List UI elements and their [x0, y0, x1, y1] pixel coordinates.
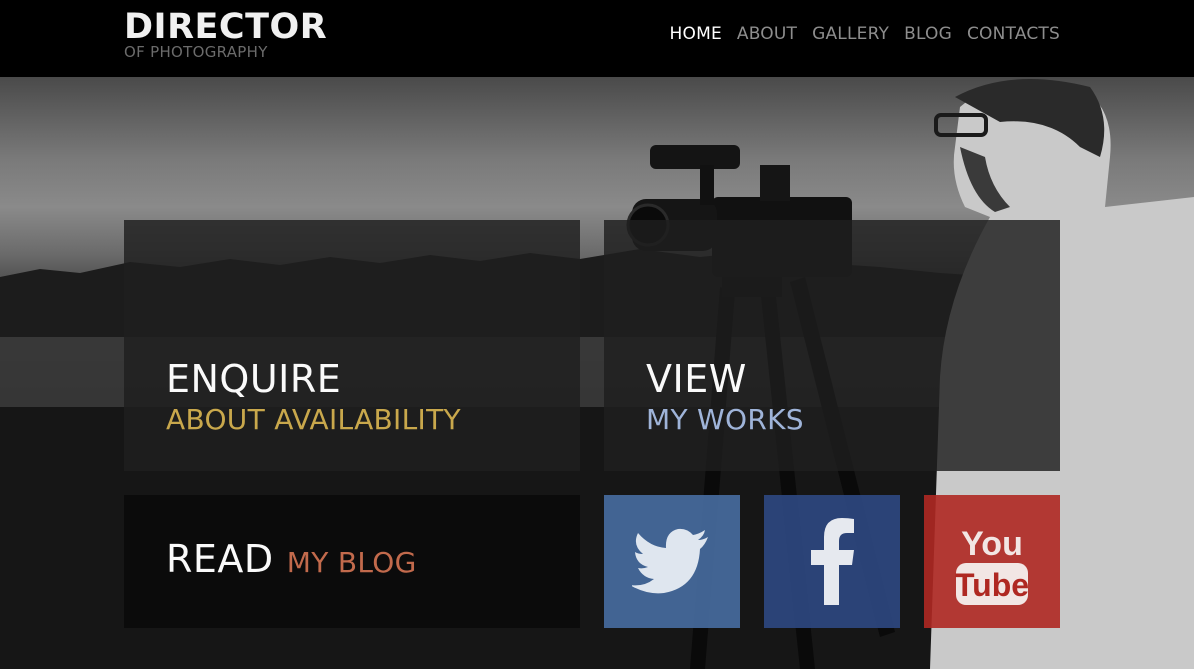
site-logo[interactable]: DIRECTOR OF PHOTOGRAPHY — [124, 8, 327, 60]
youtube-icon: You Tube — [955, 525, 1029, 605]
enquire-subtitle: ABOUT AVAILABILITY — [166, 403, 461, 436]
svg-text:Tube: Tube — [955, 567, 1029, 603]
enquire-tile[interactable]: ENQUIRE ABOUT AVAILABILITY — [124, 220, 580, 471]
page: DIRECTOR OF PHOTOGRAPHY HOME ABOUT GALLE… — [0, 0, 1194, 669]
view-subtitle: MY WORKS — [646, 403, 804, 436]
nav-blog[interactable]: BLOG — [904, 24, 952, 44]
enquire-title: ENQUIRE — [166, 357, 342, 401]
nav-home[interactable]: HOME — [670, 24, 722, 44]
facebook-button[interactable] — [764, 495, 900, 628]
read-blog-tile[interactable]: READ MY BLOG — [124, 495, 580, 628]
nav-about[interactable]: ABOUT — [737, 24, 797, 44]
youtube-button[interactable]: You Tube — [924, 495, 1060, 628]
svg-text:You: You — [961, 525, 1023, 563]
blog-title: READ — [166, 537, 274, 581]
facebook-icon — [811, 517, 854, 605]
twitter-icon — [632, 528, 708, 593]
main-nav: HOME ABOUT GALLERY BLOG CONTACTS — [670, 24, 1060, 44]
blog-subtitle: MY BLOG — [286, 546, 417, 579]
twitter-button[interactable] — [604, 495, 740, 628]
nav-contacts[interactable]: CONTACTS — [967, 24, 1060, 44]
blog-tile-text: READ MY BLOG — [166, 537, 417, 581]
logo-title: DIRECTOR — [124, 7, 328, 47]
view-title: VIEW — [646, 357, 747, 401]
nav-gallery[interactable]: GALLERY — [812, 24, 889, 44]
site-header: DIRECTOR OF PHOTOGRAPHY HOME ABOUT GALLE… — [0, 0, 1194, 77]
view-works-tile[interactable]: VIEW MY WORKS — [604, 220, 1060, 471]
